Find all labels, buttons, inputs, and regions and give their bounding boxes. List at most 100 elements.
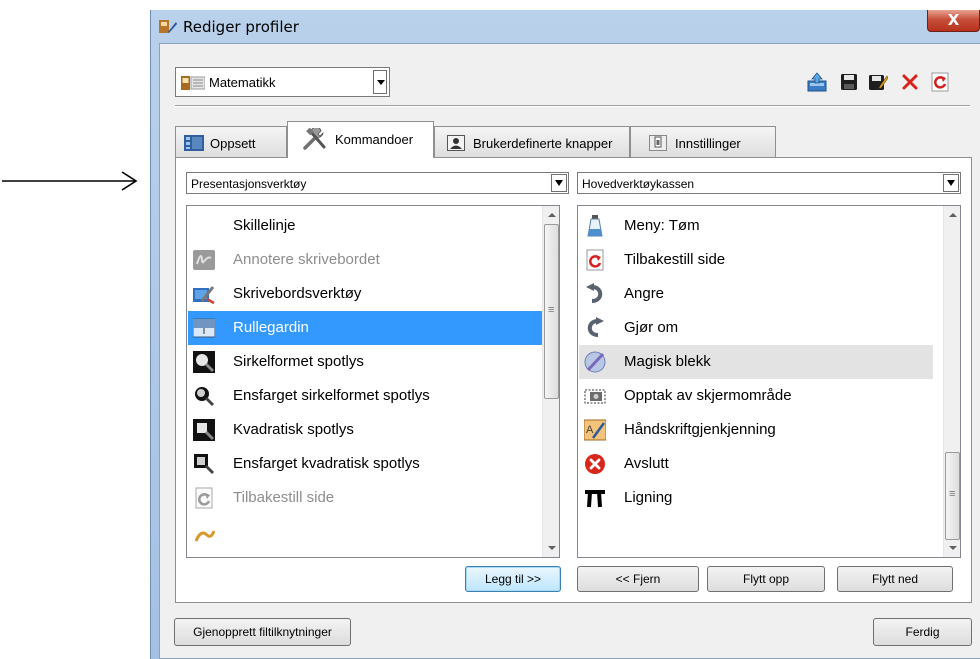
scroll-thumb[interactable] [544, 224, 559, 399]
scroll-up-icon[interactable] [543, 206, 559, 223]
list-item-ensfarget-kvadratisk-spotlys[interactable]: Ensfarget kvadratisk spotlys [188, 447, 542, 481]
list-item-label: Sirkelformet spotlys [233, 353, 364, 370]
desktop-tools-icon [193, 286, 215, 305]
left-list-scrollbar[interactable] [542, 206, 559, 557]
list-item-label: Avslutt [624, 455, 669, 472]
list-item-label: Håndskriftgjenkjenning [624, 421, 776, 438]
done-button[interactable]: Ferdig [873, 618, 972, 646]
list-item-skillelinje[interactable]: Skillelinje [188, 209, 542, 243]
scroll-down-icon[interactable] [543, 540, 559, 557]
custom-button-icon [447, 135, 465, 151]
tab-label: Oppsett [210, 136, 256, 151]
tab-label: Brukerdefinerte knapper [473, 136, 613, 151]
save-icon[interactable] [839, 72, 859, 92]
list-item-label: Tilbakestill side [624, 251, 726, 268]
remove-button[interactable]: << Fjern [577, 566, 699, 592]
list-item-label: Opptak av skjermområde [624, 387, 792, 404]
scroll-up-icon[interactable] [944, 206, 960, 223]
layout-icon [184, 135, 204, 151]
title-bar[interactable]: Rediger profiler X [151, 10, 980, 44]
list-item-ligning[interactable]: Ligning [579, 481, 933, 515]
tab-brukerdefinerte-knapper[interactable]: Brukerdefinerte knapper [434, 126, 630, 157]
list-item-opptak-av-skjermomrade[interactable]: Opptak av skjermområde [579, 379, 933, 413]
move-down-button[interactable]: Flytt ned [837, 566, 953, 592]
magic-ink-icon [584, 351, 606, 373]
app-icon [159, 20, 177, 33]
list-item-tilbakestill-side[interactable]: Tilbakestill side [188, 481, 542, 515]
tools-icon [303, 128, 326, 150]
profile-select[interactable]: Matematikk [175, 67, 390, 97]
list-item-angre[interactable]: Angre [579, 277, 933, 311]
solid-circle-spotlight-icon [195, 387, 215, 407]
list-item-avslutt[interactable]: Avslutt [579, 447, 933, 481]
list-item-label: Angre [624, 285, 665, 302]
list-item-label: Gjør om [624, 319, 679, 336]
add-button[interactable]: Legg til >> [465, 566, 561, 592]
tab-kommandoer[interactable]: Kommandoer [287, 121, 434, 158]
list-item-ensfarget-sirkelformet-spotlys[interactable]: Ensfarget sirkelformet spotlys [188, 379, 542, 413]
list-item-kvadratisk-spotlys[interactable]: Kvadratisk spotlys [188, 413, 542, 447]
list-item-gjor-om[interactable]: Gjør om [579, 311, 933, 345]
reset-icon[interactable] [930, 72, 950, 92]
settings-icon [649, 135, 667, 151]
list-item-skrivebordsverktoy[interactable]: Skrivebordsverktøy [188, 277, 542, 311]
chevron-down-icon[interactable] [373, 70, 387, 94]
scroll-thumb[interactable] [945, 452, 960, 540]
right-toolbox-dropdown[interactable]: Hovedverktøykassen [577, 172, 961, 194]
tab-label: Kommandoer [335, 132, 414, 147]
save-as-icon[interactable] [868, 72, 888, 92]
svg-text:A: A [586, 424, 594, 436]
list-item-meny-tom[interactable]: Meny: Tøm [579, 209, 933, 243]
list-item-label: Ensfarget sirkelformet spotlys [233, 387, 430, 404]
list-item-annotere-skrivebordet[interactable]: Annotere skrivebordet [188, 243, 542, 277]
dialog-client-area: Matematikk Oppsett Kommandoer Brukerdefi… [159, 43, 980, 659]
scroll-down-icon[interactable] [944, 540, 960, 557]
edit-profiles-window: Rediger profiler X Matematikk Oppsett Ko… [150, 10, 980, 659]
reveal-screen-icon [193, 318, 215, 338]
handwriting-icon: A [584, 419, 606, 441]
left-category-dropdown[interactable]: Presentasjonsverktøy [186, 172, 569, 194]
undo-icon [586, 283, 603, 303]
screen-capture-icon [584, 389, 606, 404]
available-commands-list[interactable]: Skillelinje Annotere skrivebordet Skrive… [186, 205, 560, 558]
partial-icon [194, 530, 215, 542]
list-item-tilbakestill-side[interactable]: Tilbakestill side [579, 243, 933, 277]
list-item-label: Magisk blekk [624, 353, 711, 370]
list-item-label: Skillelinje [233, 217, 296, 234]
right-list-scrollbar[interactable] [943, 206, 960, 557]
tab-innstillinger[interactable]: Innstillinger [630, 126, 776, 157]
list-item-label: Meny: Tøm [624, 217, 700, 234]
reset-page-icon [195, 487, 213, 509]
close-button[interactable]: X [927, 10, 980, 32]
pi-icon [585, 490, 605, 508]
reset-page-icon [586, 249, 604, 271]
right-dropdown-value: Hovedverktøykassen [582, 177, 695, 191]
selected-commands-list[interactable]: Meny: Tøm Tilbakestill side Angre Gjør o… [577, 205, 961, 558]
list-item-sirkelformet-spotlys[interactable]: Sirkelformet spotlys [188, 345, 542, 379]
export-icon[interactable] [807, 72, 827, 92]
restore-file-associations-button[interactable]: Gjenopprett filtilknytninger [174, 618, 351, 646]
delete-icon[interactable] [900, 72, 920, 92]
list-item-magisk-blekk[interactable]: Magisk blekk [579, 345, 933, 379]
square-spotlight-icon [193, 419, 215, 441]
exit-icon [585, 454, 605, 474]
move-up-button[interactable]: Flytt opp [707, 566, 825, 592]
list-item-rullegardin[interactable]: Rullegardin [188, 311, 542, 345]
list-item-label: Rullegardin [233, 319, 309, 336]
window-title: Rediger profiler [183, 18, 299, 36]
tab-oppsett[interactable]: Oppsett [175, 126, 287, 157]
list-item-label: Tilbakestill side [233, 489, 335, 506]
list-item-label: Annotere skrivebordet [233, 251, 380, 268]
chevron-down-icon[interactable] [551, 174, 567, 192]
list-item-label: Kvadratisk spotlys [233, 421, 354, 438]
tab-label: Innstillinger [675, 136, 741, 151]
profile-icon [181, 76, 205, 90]
annotation-arrow [2, 171, 138, 191]
header-divider [175, 105, 970, 107]
list-item-handskriftgjenkjenning[interactable]: A Håndskriftgjenkjenning [579, 413, 933, 447]
redo-icon [587, 317, 604, 337]
chevron-down-icon[interactable] [943, 174, 959, 192]
solid-square-spotlight-icon [194, 454, 215, 475]
annotate-icon [193, 250, 215, 270]
list-item-partial[interactable] [188, 515, 542, 549]
